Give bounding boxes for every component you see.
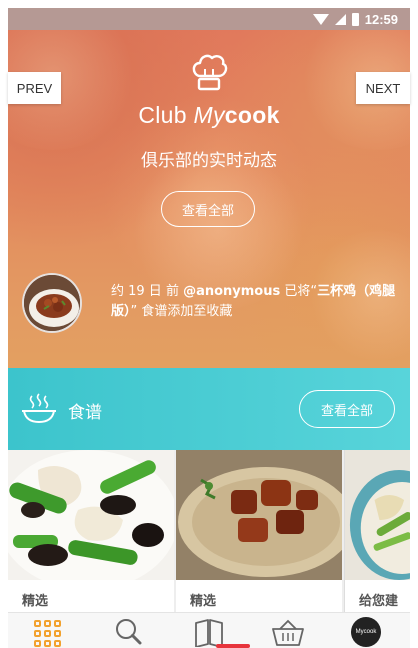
active-tab-indicator [216,644,250,648]
prev-button[interactable]: PREV [8,72,61,104]
steaming-bowl-icon [22,393,56,424]
recipe-photo [176,450,342,580]
recipe-card-tag: 给您建议 [359,594,399,609]
recipe-photo [8,450,174,580]
recipe-card[interactable]: 给您建议 [344,450,410,612]
next-button[interactable]: NEXT [356,72,410,104]
recipe-card[interactable]: 精选 [176,450,342,612]
chef-hat-icon [192,54,228,91]
status-time: 12:59 [364,11,398,27]
recipe-card[interactable]: 精选 [8,450,174,612]
recipes-title: 食谱 [68,403,102,423]
club-activity-hero: Club Mycook 俱乐部的实时动态 查看全部 约 19 日 前 @anon… [8,30,410,368]
wifi-icon [312,13,329,25]
cell-signal-icon [334,13,346,25]
hero-subtitle: 俱乐部的实时动态 [141,151,277,171]
book-icon[interactable] [192,617,226,648]
search-icon[interactable] [112,617,146,647]
grid-menu-icon[interactable] [34,617,68,647]
view-all-activity-button[interactable]: 查看全部 [161,191,255,227]
bottom-navigation: Mycook [8,612,410,648]
club-mycook-logo: Club Mycook [138,102,280,128]
recipe-carousel[interactable]: 精选 精选 给您建议 [8,450,410,612]
battery-icon [351,12,359,26]
mycook-profile-icon[interactable]: Mycook [351,617,385,647]
recipes-section-header: 食谱 查看全部 [8,368,410,450]
recipe-card-tag: 精选 [190,594,217,609]
view-all-recipes-button[interactable]: 查看全部 [299,390,395,428]
basket-icon[interactable] [271,617,305,647]
recipe-photo [345,450,410,580]
status-bar: 12:59 [8,8,410,30]
activity-feed-item[interactable]: 约 19 日 前 @anonymous 已将“三杯鸡（鸡腿版）” 食谱添加至收藏 [111,282,401,322]
recipe-card-tag: 精选 [22,594,49,609]
activity-recipe-thumbnail[interactable] [22,273,82,333]
